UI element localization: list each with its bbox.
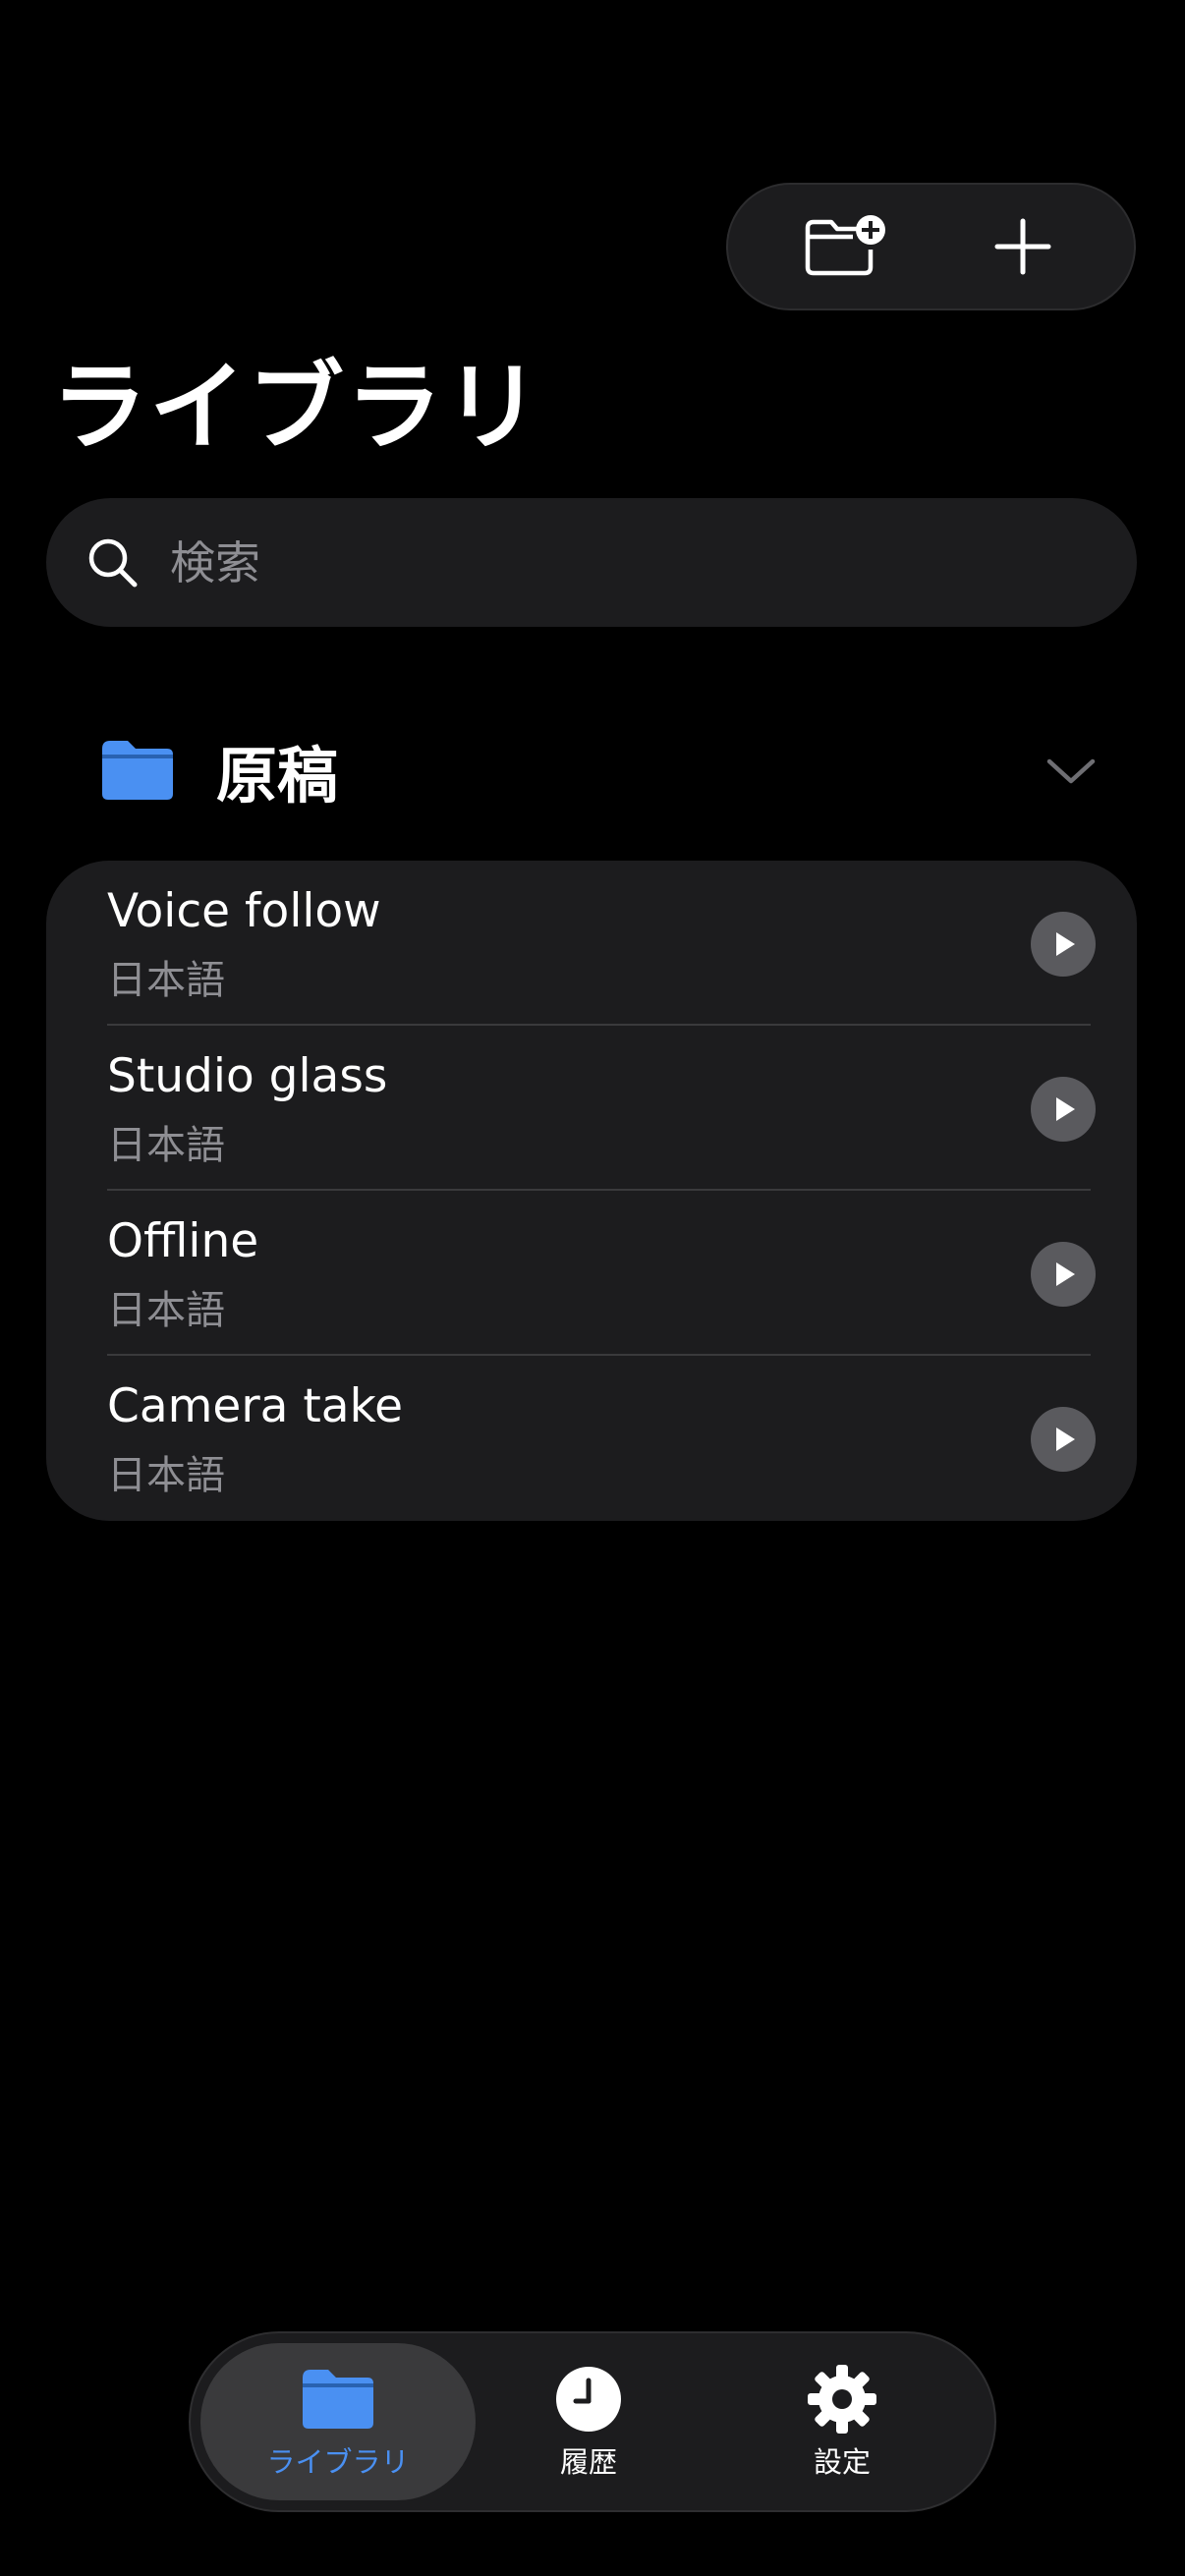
- item-language: 日本語: [107, 958, 225, 1003]
- list-item[interactable]: Camera take 日本語: [46, 1356, 1137, 1521]
- search-input[interactable]: [168, 497, 1137, 628]
- folder-icon: [98, 739, 177, 802]
- script-list: Voice follow 日本語 Studio glass 日本語 Offlin…: [46, 861, 1137, 1521]
- list-item[interactable]: Offline 日本語: [46, 1191, 1137, 1356]
- item-title: Offline: [107, 1214, 259, 1268]
- play-icon: [1056, 1097, 1075, 1121]
- gear-icon: [803, 2364, 881, 2435]
- plus-icon: [994, 218, 1051, 275]
- play-icon: [1056, 1428, 1075, 1451]
- list-item[interactable]: Studio glass 日本語: [46, 1026, 1137, 1191]
- tab-settings[interactable]: 設定: [768, 2343, 916, 2500]
- play-button[interactable]: [1031, 1242, 1096, 1307]
- search-icon: [84, 533, 142, 592]
- tab-bar: ライブラリ 履歴 設定: [189, 2331, 996, 2512]
- folder-title: 原稿: [216, 740, 339, 812]
- item-title: Camera take: [107, 1379, 404, 1433]
- new-folder-button[interactable]: [767, 185, 925, 308]
- tab-label: ライブラリ: [266, 2445, 410, 2479]
- item-language: 日本語: [107, 1288, 225, 1333]
- folder-header[interactable]: 原稿: [98, 722, 1100, 818]
- toolbar-actions: [726, 183, 1136, 310]
- play-button[interactable]: [1031, 1077, 1096, 1142]
- add-button[interactable]: [944, 185, 1101, 308]
- play-button[interactable]: [1031, 912, 1096, 977]
- tab-library[interactable]: ライブラリ: [200, 2343, 476, 2500]
- clock-icon: [549, 2364, 628, 2435]
- tab-history[interactable]: 履歴: [515, 2343, 662, 2500]
- search-bar[interactable]: [46, 497, 1137, 628]
- folder-badge-plus-icon: [805, 215, 885, 276]
- tab-label: 履歴: [559, 2445, 617, 2479]
- item-title: Studio glass: [107, 1049, 388, 1103]
- play-icon: [1056, 932, 1075, 956]
- folder-icon: [299, 2364, 377, 2435]
- play-button[interactable]: [1031, 1407, 1096, 1472]
- list-item[interactable]: Voice follow 日本語: [46, 861, 1137, 1026]
- play-icon: [1056, 1262, 1075, 1286]
- item-language: 日本語: [107, 1123, 225, 1168]
- tab-label: 設定: [813, 2445, 871, 2479]
- item-title: Voice follow: [107, 884, 381, 938]
- chevron-down-icon[interactable]: [1042, 742, 1100, 801]
- page-title: ライブラリ: [51, 352, 543, 464]
- item-language: 日本語: [107, 1453, 225, 1498]
